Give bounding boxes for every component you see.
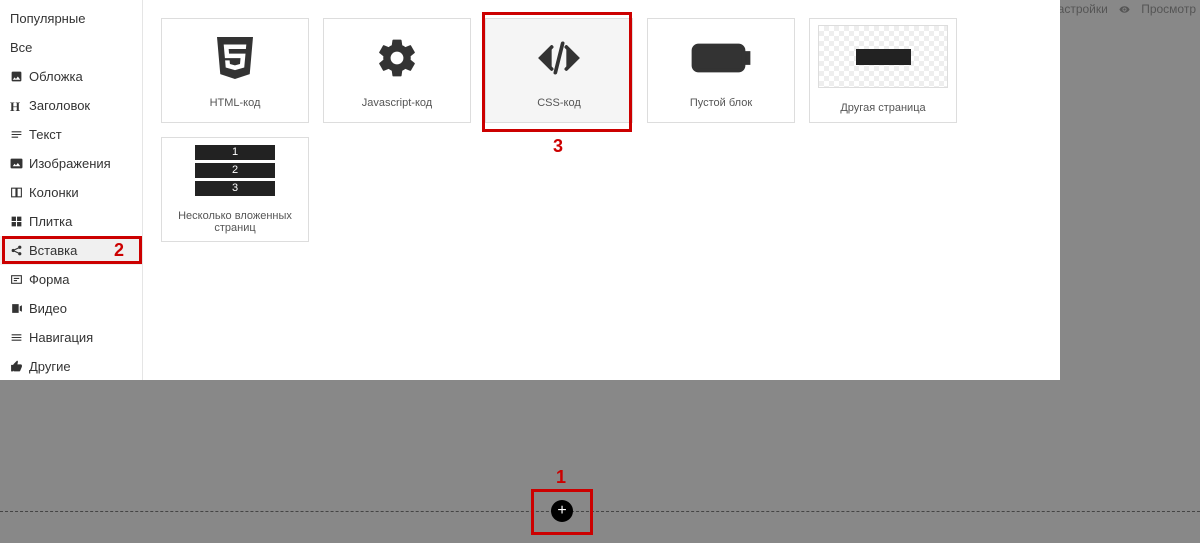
sidebar-item-label: Вставка [29,243,77,258]
video-icon [10,302,23,315]
sidebar-item-navigation[interactable]: Навигация [0,323,142,352]
code-icon [534,33,584,83]
card-label: Javascript-код [358,97,436,109]
sidebar: Популярные Все Обложка H Заголовок Текст… [0,0,143,380]
sidebar-item-columns[interactable]: Колонки [0,178,142,207]
nav-icon [10,331,23,344]
grid-icon [10,215,23,228]
card-nested-pages[interactable]: 1 2 3 Несколько вложенных страниц [161,137,309,242]
page-thumbnail [818,25,948,88]
image-icon [10,70,23,83]
sidebar-item-label: Навигация [29,330,93,345]
insert-line [0,511,1200,512]
card-js[interactable]: Javascript-код [323,18,471,123]
annotation-number-2: 2 [114,240,124,261]
sidebar-item-other[interactable]: Другие [0,352,142,381]
content-grid: HTML-код Javascript-код CSS-код Пустой б… [143,0,1060,380]
sidebar-item-heading[interactable]: H Заголовок [0,91,142,120]
sidebar-item-label: Заголовок [29,98,90,113]
thumbs-up-icon [10,360,23,373]
sidebar-item-label: Форма [29,272,70,287]
preview-label: Просмотр [1141,2,1196,16]
sidebar-item-label: Другие [29,359,71,374]
add-block-button[interactable]: + [551,500,573,522]
card-label: HTML-код [206,97,265,109]
sidebar-item-label: Колонки [29,185,79,200]
heading-icon: H [10,99,23,112]
sidebar-item-video[interactable]: Видео [0,294,142,323]
share-icon [10,244,23,257]
form-icon [10,273,23,286]
sidebar-item-label: Популярные [10,11,85,26]
sidebar-item-label: Плитка [29,214,72,229]
sidebar-item-popular[interactable]: Популярные [0,4,142,33]
card-label: Другая страница [836,102,929,114]
annotation-number-1: 1 [556,467,566,488]
sidebar-item-form[interactable]: Форма [0,265,142,294]
sidebar-item-label: Текст [29,127,62,142]
columns-icon [10,186,23,199]
sidebar-item-label: Обложка [29,69,83,84]
card-label: Пустой блок [686,97,756,109]
sidebar-item-images[interactable]: Изображения [0,149,142,178]
card-empty[interactable]: Пустой блок [647,18,795,123]
card-label: CSS-код [533,97,585,109]
sidebar-item-all[interactable]: Все [0,33,142,62]
eye-icon [1119,4,1130,15]
sidebar-item-cover[interactable]: Обложка [0,62,142,91]
text-icon [10,128,23,141]
html5-icon [214,33,256,83]
card-label: Несколько вложенных страниц [162,210,308,234]
gear-icon [375,33,419,83]
sidebar-item-label: Изображения [29,156,111,171]
sidebar-item-label: Все [10,40,32,55]
card-other-page[interactable]: Другая страница [809,18,957,123]
picture-icon [10,157,23,170]
sidebar-item-tiles[interactable]: Плитка [0,207,142,236]
sidebar-item-text[interactable]: Текст [0,120,142,149]
nested-pages-icon: 1 2 3 [195,145,275,196]
battery-empty-icon [691,33,751,83]
card-html[interactable]: HTML-код [161,18,309,123]
card-css[interactable]: CSS-код [485,18,633,123]
preview-link[interactable]: Просмотр [1119,2,1196,16]
sidebar-item-label: Видео [29,301,67,316]
annotation-number-3: 3 [553,136,563,157]
